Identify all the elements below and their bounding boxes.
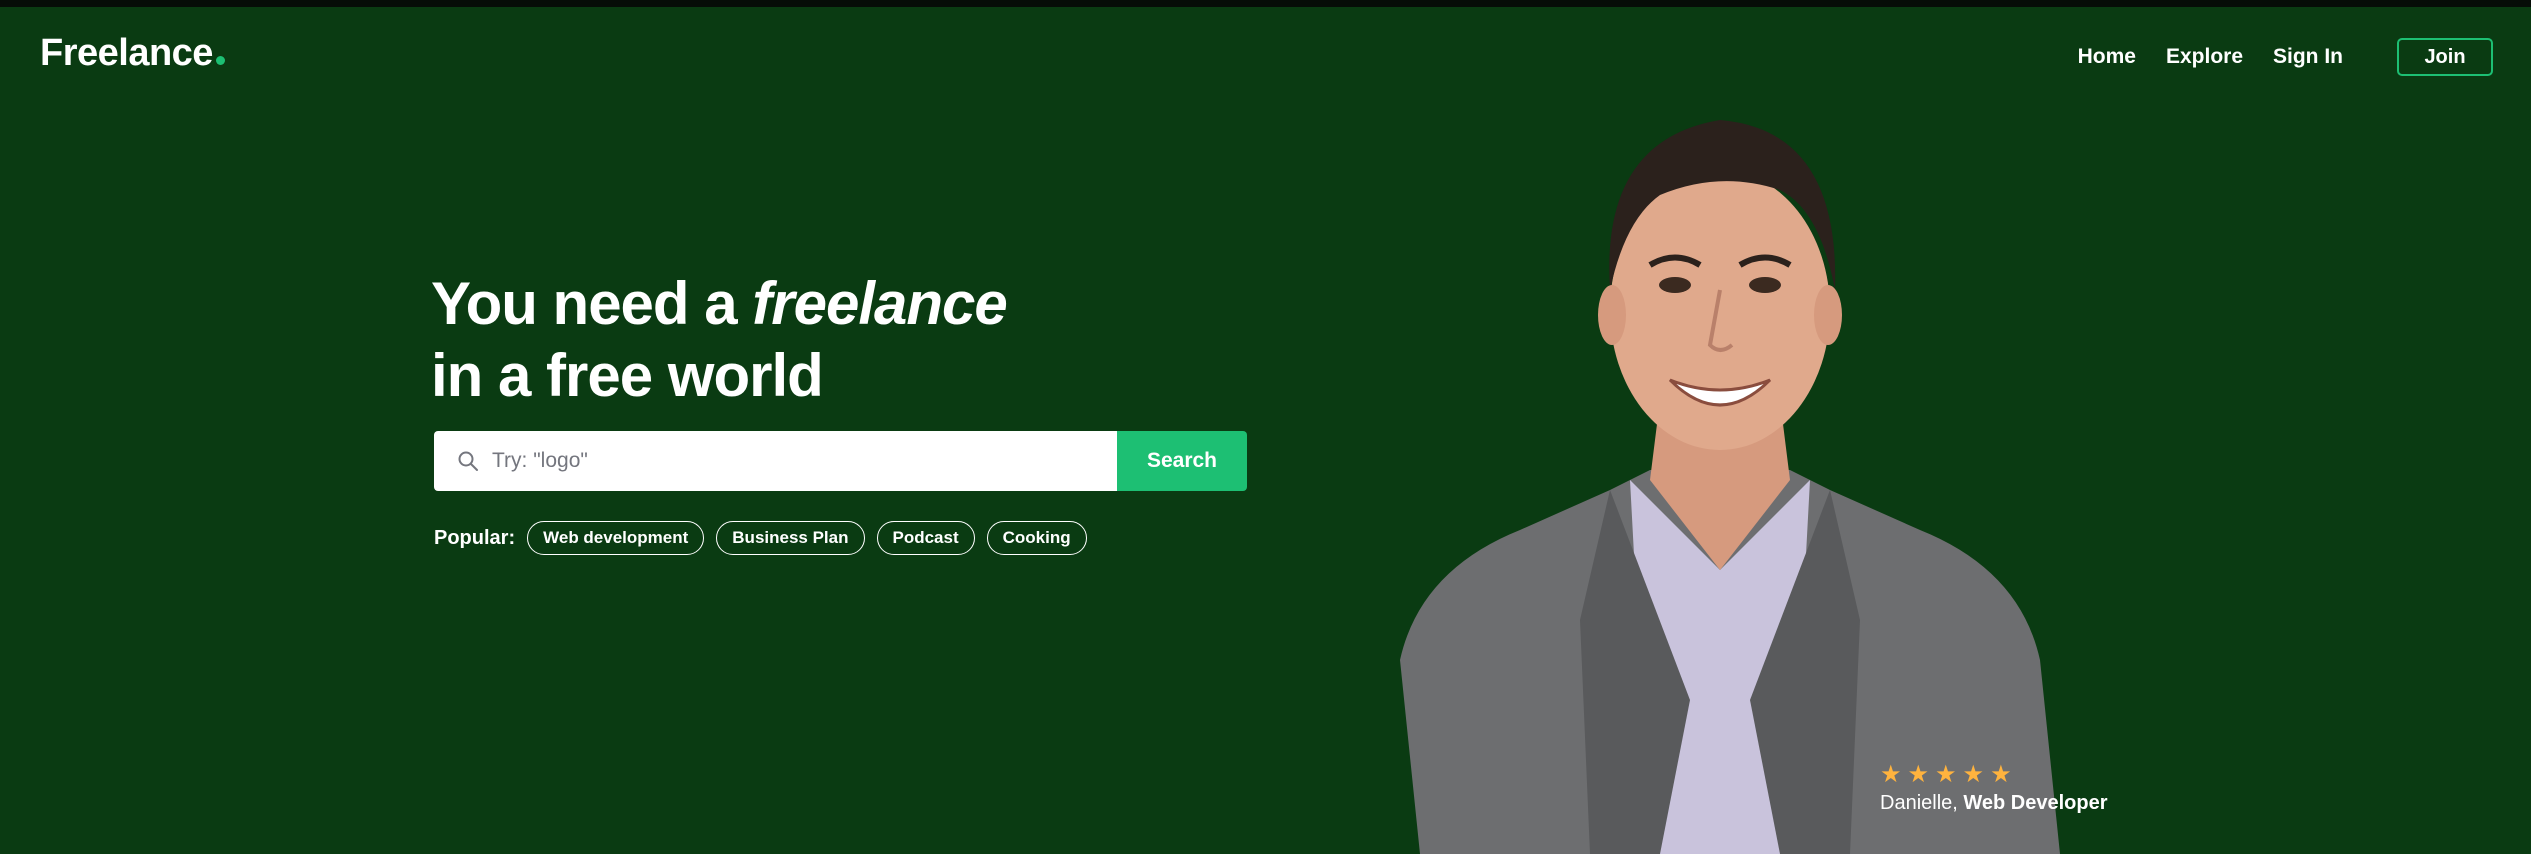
headline-emphasis: freelance: [752, 270, 1007, 337]
hero-person-photo: [1400, 120, 2060, 854]
star-icon: ★: [1990, 761, 2012, 788]
headline-prefix: You need a: [431, 270, 738, 337]
nav-explore[interactable]: Explore: [2166, 36, 2243, 78]
join-button[interactable]: Join: [2397, 38, 2493, 76]
search-icon: [458, 451, 478, 471]
nav-home[interactable]: Home: [2078, 36, 2136, 78]
landing-page: Freelance Home Explore Sign In Join You …: [0, 0, 2531, 854]
search-button[interactable]: Search: [1117, 431, 1247, 491]
headline-line-2: in a free world: [431, 342, 824, 409]
top-nav: Home Explore Sign In Join: [2048, 36, 2493, 78]
popular-label: Popular:: [434, 526, 516, 549]
hero-headline: You need a freelance in a free world: [431, 268, 1008, 412]
brand-dot: [215, 56, 225, 65]
rating-stars: ★ ★ ★ ★ ★: [1880, 762, 2108, 788]
featured-freelancer-credit: ★ ★ ★ ★ ★ Danielle, Web Developer: [1880, 762, 2108, 815]
star-icon: ★: [1935, 761, 1957, 788]
brand-logo[interactable]: Freelance: [40, 34, 225, 72]
search-box: [434, 431, 1117, 491]
tag-cooking[interactable]: Cooking: [986, 521, 1087, 555]
tag-business-plan[interactable]: Business Plan: [716, 521, 865, 555]
window-top-edge: [0, 0, 2531, 7]
freelancer-caption: Danielle, Web Developer: [1880, 792, 2108, 815]
tag-web-development[interactable]: Web development: [527, 521, 705, 555]
headline-line-1: You need a freelance: [431, 268, 1008, 340]
popular-tags: Popular: Web development Business Plan P…: [434, 521, 1099, 555]
star-icon: ★: [1962, 761, 1985, 788]
freelancer-name: Danielle,: [1880, 792, 1958, 814]
star-icon: ★: [1907, 761, 1930, 788]
freelancer-role: Web Developer: [1963, 792, 2108, 814]
nav-sign-in[interactable]: Sign In: [2273, 36, 2343, 78]
star-icon: ★: [1880, 761, 1902, 788]
brand-name: Freelance: [40, 32, 213, 74]
tag-podcast[interactable]: Podcast: [876, 521, 975, 555]
search-input[interactable]: [490, 448, 1094, 474]
